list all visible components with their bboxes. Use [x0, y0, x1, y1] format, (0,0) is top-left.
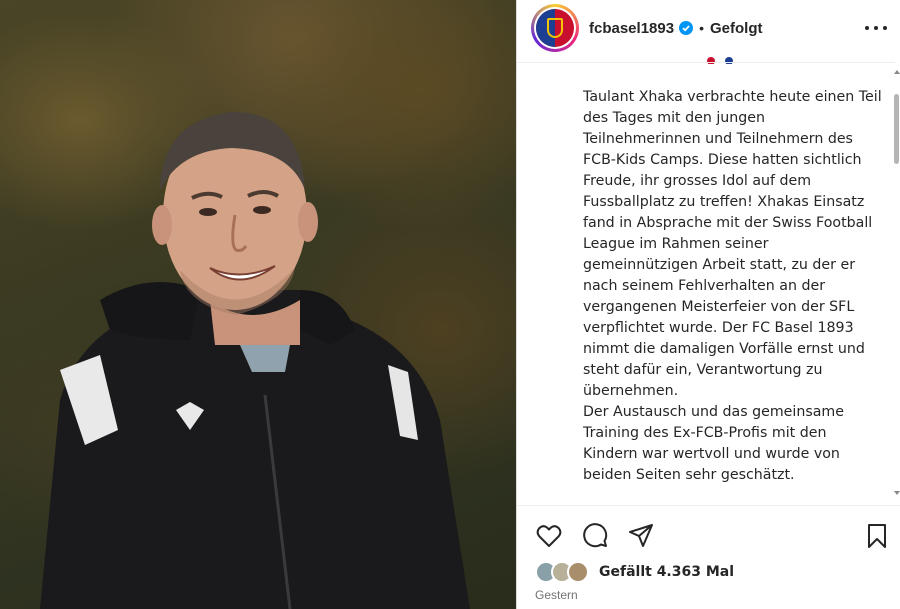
post-caption: Taulant Xhaka verbrachte heute einen Tei…	[583, 89, 882, 483]
avatar-frame	[534, 7, 576, 49]
more-dot	[883, 26, 887, 30]
profile-avatar[interactable]	[531, 4, 579, 52]
more-dot	[874, 26, 878, 30]
scroll-down-icon[interactable]	[894, 491, 900, 495]
caption-scrollbar[interactable]	[893, 70, 900, 495]
likes-count[interactable]: Gefällt 4.363 Mal	[599, 564, 734, 580]
send-icon[interactable]	[627, 522, 655, 550]
bookmark-icon[interactable]	[863, 522, 891, 550]
header-divider	[517, 62, 895, 63]
liker-avatar	[567, 561, 589, 583]
crest-outline	[547, 18, 563, 38]
comment-icon[interactable]	[581, 522, 609, 550]
more-options-icon[interactable]	[865, 17, 887, 39]
post-header: fcbasel1893 • Gefolgt	[517, 0, 900, 56]
scrollbar-thumb[interactable]	[894, 94, 899, 164]
likes-summary[interactable]: Gefällt 4.363 Mal	[535, 560, 734, 584]
post-photo	[0, 0, 516, 609]
liker-avatars	[535, 561, 595, 583]
post-timestamp: Gestern	[535, 588, 578, 602]
post-panel: fcbasel1893 • Gefolgt Taulant Xhaka verb…	[516, 0, 900, 609]
club-crest-icon	[536, 9, 574, 47]
scroll-up-icon[interactable]	[894, 70, 900, 74]
verified-badge-icon	[679, 21, 694, 35]
username-link[interactable]: fcbasel1893	[589, 20, 674, 37]
separator-dot: •	[699, 20, 704, 36]
more-dot	[865, 26, 869, 30]
heart-icon[interactable]	[535, 522, 563, 550]
post-actions	[535, 522, 895, 550]
player-illustration	[40, 112, 470, 609]
actions-divider	[517, 505, 900, 506]
follow-status-button[interactable]: Gefolgt	[710, 20, 763, 37]
